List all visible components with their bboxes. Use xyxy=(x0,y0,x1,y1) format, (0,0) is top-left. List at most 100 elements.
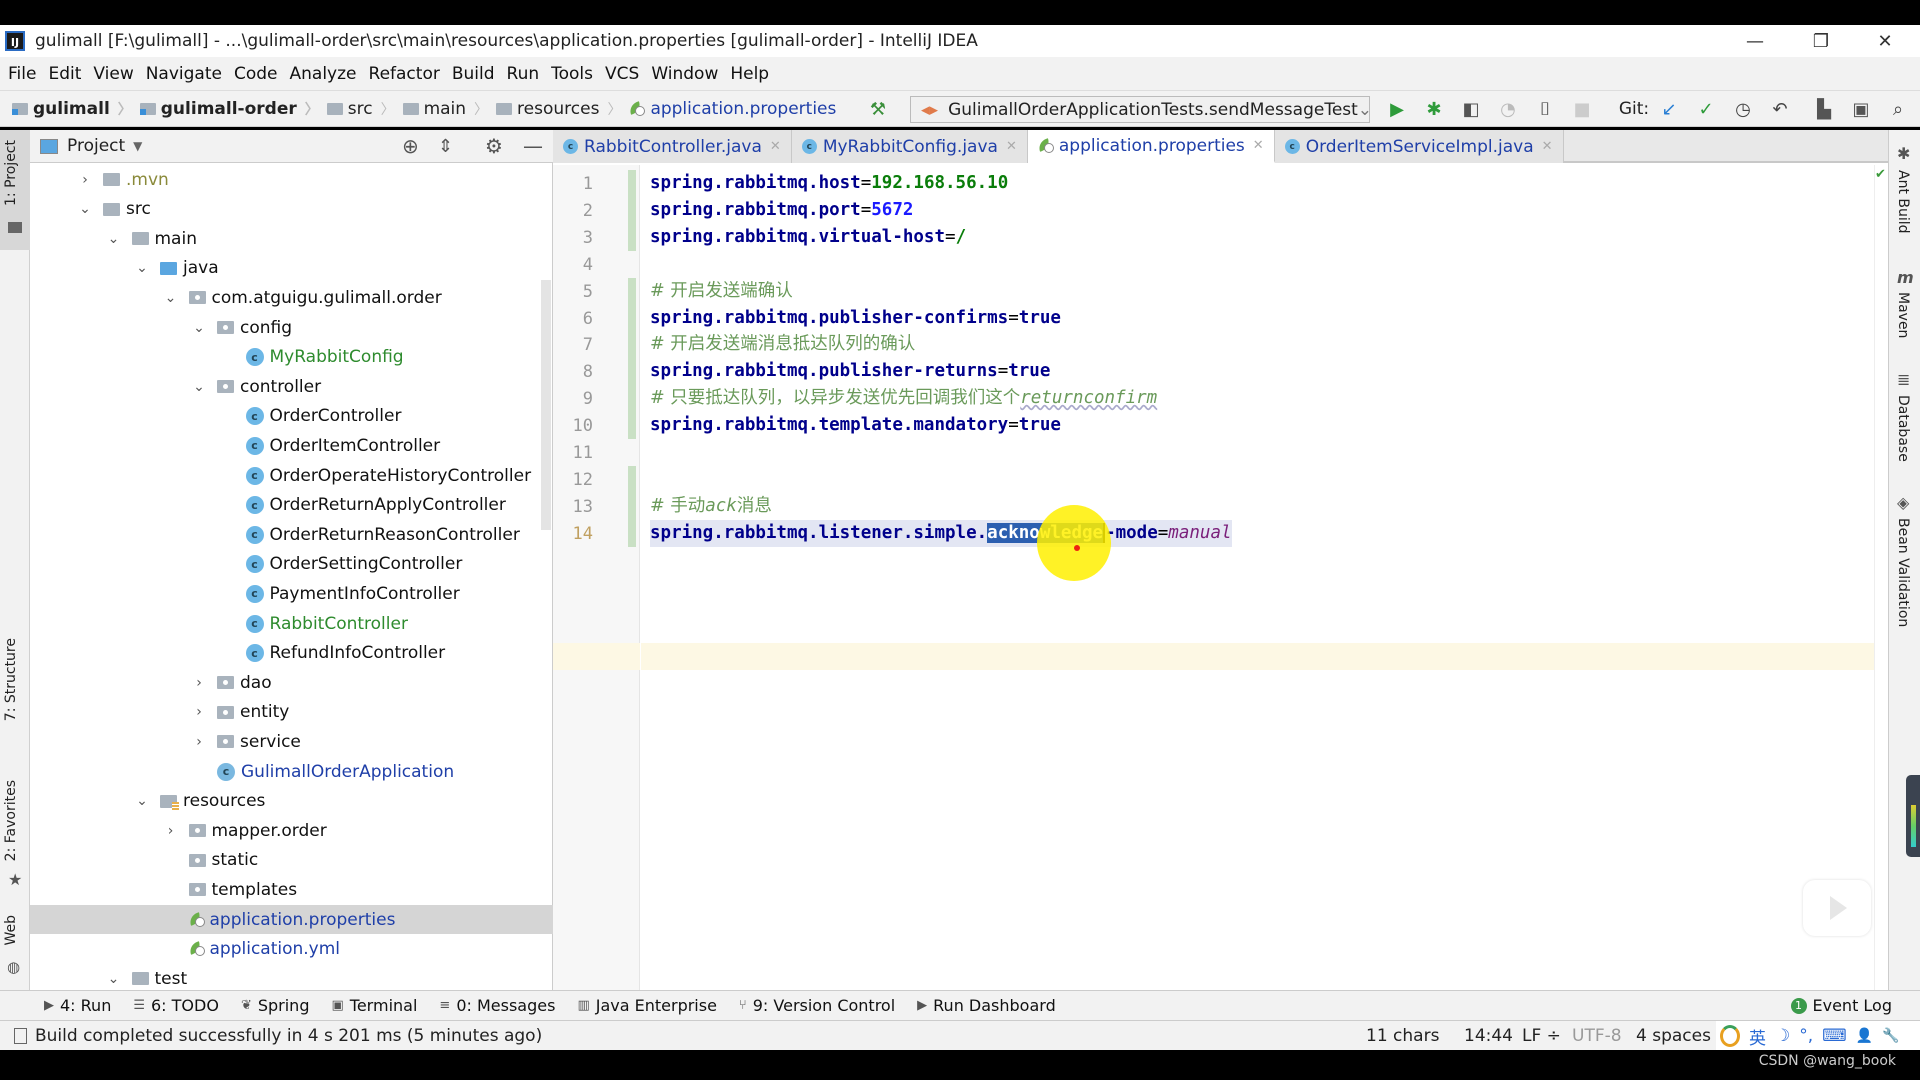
build-hammer-icon[interactable]: ⚒ xyxy=(866,97,890,121)
menu-refactor[interactable]: Refactor xyxy=(369,64,440,84)
project-tree-scrollbar[interactable] xyxy=(541,280,551,530)
chevron-down-icon[interactable]: ⌄ xyxy=(134,793,150,809)
breadcrumb-resources[interactable]: resources 〉 xyxy=(496,99,621,119)
status-message[interactable]: Build completed successfully in 4 s 201 … xyxy=(35,1026,542,1046)
breadcrumb-src[interactable]: src 〉 xyxy=(326,99,395,119)
collapse-all-icon[interactable]: ⇕ xyxy=(438,136,453,157)
tool-window-button[interactable]: ⑂ 9: Version Control xyxy=(739,996,895,1015)
tool-window-ant-build[interactable]: Ant Build xyxy=(1895,170,1911,234)
indent-setting[interactable]: 4 spaces xyxy=(1636,1026,1711,1046)
search-icon[interactable]: ⌕ xyxy=(1886,97,1910,121)
vcs-change-marker[interactable] xyxy=(628,277,636,439)
vcs-change-marker[interactable] xyxy=(628,170,636,251)
menu-analyze[interactable]: Analyze xyxy=(290,64,357,84)
code-line[interactable]: spring.rabbitmq.template.mandatory=true xyxy=(650,412,1061,439)
ime-settings-icon[interactable]: 🔧 xyxy=(1882,1028,1899,1044)
run-configuration-dropdown[interactable]: ◂▸ GulimallOrderApplicationTests.sendMes… xyxy=(910,96,1372,123)
tree-item[interactable]: c OrderReturnApplyController xyxy=(30,491,553,520)
run-icon[interactable]: ▶ xyxy=(1385,97,1409,121)
tree-item[interactable]: › entity xyxy=(30,698,553,727)
caret-position[interactable]: 14:44 xyxy=(1464,1026,1513,1046)
menu-file[interactable]: File xyxy=(8,64,36,84)
menu-help[interactable]: Help xyxy=(730,64,769,84)
tree-item[interactable]: › dao xyxy=(30,668,553,697)
tree-item[interactable]: c MyRabbitConfig xyxy=(30,343,553,372)
tool-window-web[interactable]: Web xyxy=(3,915,19,946)
close-tab-icon[interactable]: ✕ xyxy=(1006,139,1017,154)
breadcrumb-main[interactable]: main 〉 xyxy=(402,99,488,119)
tool-window-bean-validation[interactable]: Bean Validation xyxy=(1895,518,1911,627)
attach-debugger-icon[interactable]: ⌷ xyxy=(1533,97,1557,121)
tree-item[interactable]: static xyxy=(30,846,553,875)
editor-tab[interactable]: c RabbitController.java ✕ xyxy=(553,130,792,163)
tool-window-button[interactable]: ❦ Spring xyxy=(241,996,310,1015)
history-icon[interactable]: ◷ xyxy=(1731,97,1755,121)
editor-tab[interactable]: c OrderItemServiceImpl.java ✕ xyxy=(1274,130,1564,163)
tree-item[interactable]: ⌄ resources xyxy=(30,787,553,816)
vcs-change-marker[interactable] xyxy=(628,465,636,547)
chevron-down-icon[interactable]: ▼ xyxy=(133,139,142,153)
chevron-right-icon[interactable]: › xyxy=(191,734,207,750)
tool-window-button[interactable]: ▶ Run Dashboard xyxy=(917,996,1056,1015)
terminal-window-icon[interactable]: ▣ xyxy=(1849,97,1873,121)
tree-item[interactable]: application.yml xyxy=(30,935,553,964)
menu-edit[interactable]: Edit xyxy=(48,64,81,84)
status-toggle-icon[interactable] xyxy=(14,1027,27,1044)
tree-item[interactable]: › service xyxy=(30,727,553,756)
ime-language-toggle[interactable]: 英 xyxy=(1749,1024,1766,1049)
file-encoding[interactable]: UTF-8 xyxy=(1572,1026,1622,1046)
close-tab-icon[interactable]: ✕ xyxy=(1253,138,1264,153)
chevron-right-icon[interactable]: › xyxy=(163,823,179,839)
chevron-down-icon[interactable]: ⌄ xyxy=(134,260,150,276)
tree-item[interactable]: c OrderController xyxy=(30,402,553,431)
tool-window-button[interactable]: ▥ Java Enterprise xyxy=(577,996,716,1015)
chevron-down-icon[interactable]: ⌄ xyxy=(191,320,207,336)
git-update-icon[interactable]: ↙ xyxy=(1657,97,1681,121)
code-line[interactable]: # 只要抵达队列，以异步发送优先回调我们这个returnconfirm xyxy=(650,385,1157,412)
code-line[interactable]: spring.rabbitmq.publisher-confirms=true xyxy=(650,305,1061,332)
locate-file-icon[interactable]: ⊕ xyxy=(402,134,419,158)
ime-keyboard-icon[interactable]: ⌨ xyxy=(1822,1026,1847,1046)
tree-item[interactable]: c OrderItemController xyxy=(30,431,553,460)
chevron-right-icon[interactable]: › xyxy=(191,675,207,691)
code-line[interactable]: spring.rabbitmq.publisher-returns=true xyxy=(650,358,1050,385)
ime-logo-icon[interactable] xyxy=(1720,1025,1740,1047)
tree-item[interactable]: c GulimallOrderApplication xyxy=(30,757,553,786)
tree-item[interactable]: ⌄ java xyxy=(30,254,553,283)
minimize-button[interactable]: — xyxy=(1730,25,1780,57)
tree-item[interactable]: c OrderReturnReasonController xyxy=(30,520,553,549)
chevron-down-icon[interactable]: ⌄ xyxy=(163,290,179,306)
event-log-button[interactable]: 1 Event Log xyxy=(1790,996,1892,1015)
menu-navigate[interactable]: Navigate xyxy=(146,64,222,84)
code-line[interactable]: # 开启发送端消息抵达队列的确认 xyxy=(650,331,915,358)
breadcrumb-gulimall-order[interactable]: gulimall-order 〉 xyxy=(139,99,319,119)
video-play-overlay-icon[interactable] xyxy=(1803,880,1871,936)
error-stripe[interactable]: ✔ xyxy=(1874,165,1888,990)
project-view-selector[interactable]: Project xyxy=(67,136,125,156)
tool-window-structure[interactable]: 7: Structure xyxy=(3,638,19,721)
chevron-down-icon[interactable]: ⌄ xyxy=(191,379,207,395)
chevron-right-icon[interactable]: › xyxy=(77,172,93,188)
ime-punctuation-icon[interactable]: °, xyxy=(1799,1026,1813,1046)
tree-item[interactable]: templates xyxy=(30,875,553,904)
menu-code[interactable]: Code xyxy=(234,64,278,84)
tree-item[interactable]: ⌄ controller xyxy=(30,372,553,401)
ime-user-icon[interactable]: 👤 xyxy=(1856,1028,1873,1044)
tree-item[interactable]: c RefundInfoController xyxy=(30,639,553,668)
tool-window-project[interactable]: 1: Project xyxy=(3,140,19,206)
rollback-icon[interactable]: ↶ xyxy=(1768,97,1792,121)
close-tab-icon[interactable]: ✕ xyxy=(770,139,781,154)
editor-tab[interactable]: c MyRabbitConfig.java ✕ xyxy=(791,130,1028,163)
debug-icon[interactable]: ✱ xyxy=(1422,97,1446,121)
code-line[interactable]: spring.rabbitmq.listener.simple.acknowle… xyxy=(650,519,1232,547)
project-structure-icon[interactable]: ▙ xyxy=(1812,97,1836,121)
tool-window-favorites[interactable]: 2: Favorites xyxy=(3,780,19,861)
tool-window-button[interactable]: ☰ 6: TODO xyxy=(133,996,219,1015)
breadcrumb-gulimall[interactable]: gulimall 〉 xyxy=(12,99,132,119)
tree-item[interactable]: ⌄ config xyxy=(30,313,553,342)
tree-item[interactable]: application.properties xyxy=(30,905,553,934)
tree-item[interactable]: c PaymentInfoController xyxy=(30,579,553,608)
maximize-button[interactable]: ❐ xyxy=(1796,25,1846,57)
menu-view[interactable]: View xyxy=(93,64,133,84)
tree-item[interactable]: ⌄ main xyxy=(30,224,553,253)
